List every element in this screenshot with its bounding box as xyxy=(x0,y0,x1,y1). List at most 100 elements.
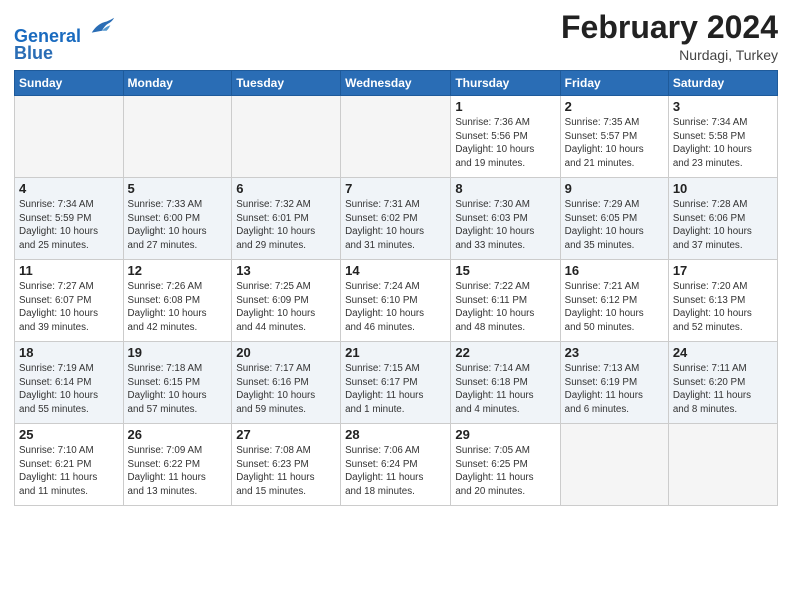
day-info: Sunrise: 7:14 AMSunset: 6:18 PMDaylight:… xyxy=(455,362,555,417)
day-number: 17 xyxy=(673,263,773,278)
day-number: 13 xyxy=(236,263,336,278)
day-number: 9 xyxy=(565,181,664,196)
day-info: Sunrise: 7:28 AMSunset: 6:06 PMDaylight:… xyxy=(673,198,773,253)
day-number: 8 xyxy=(455,181,555,196)
calendar-cell: 26Sunrise: 7:09 AMSunset: 6:22 PMDayligh… xyxy=(123,423,232,505)
calendar-cell: 17 Sunrise: 7:20 AMSunset: 6:13 PMDayligh… xyxy=(668,259,777,341)
calendar-cell xyxy=(668,423,777,505)
header: General Blue February 2024 Nurdagi, Turk… xyxy=(14,10,778,64)
day-info: Sunrise: 7:10 AMSunset: 6:21 PMDaylight:… xyxy=(19,444,119,499)
calendar-table: SundayMondayTuesdayWednesdayThursdayFrid… xyxy=(14,70,778,506)
calendar-header-monday: Monday xyxy=(123,70,232,95)
calendar-cell: 14 Sunrise: 7:24 AMSunset: 6:10 PMDayligh… xyxy=(341,259,451,341)
calendar-cell: 27 Sunrise: 7:08 AMSunset: 6:23 PMDayligh… xyxy=(232,423,341,505)
calendar-cell: 23 Sunrise: 7:13 AMSunset: 6:19 PMDayligh… xyxy=(560,341,668,423)
day-info: Sunrise: 7:35 AMSunset: 5:57 PMDaylight:… xyxy=(565,116,664,171)
day-info: Sunrise: 7:06 AMSunset: 6:24 PMDaylight:… xyxy=(345,444,446,499)
day-info: Sunrise: 7:21 AMSunset: 6:12 PMDaylight:… xyxy=(565,280,664,335)
day-number: 20 xyxy=(236,345,336,360)
calendar-cell: 6 Sunrise: 7:32 AMSunset: 6:01 PMDaylight… xyxy=(232,177,341,259)
calendar-header-sunday: Sunday xyxy=(15,70,124,95)
calendar-cell: 8Sunrise: 7:30 AMSunset: 6:03 PMDaylight… xyxy=(451,177,560,259)
calendar-week-row: 1 Sunrise: 7:36 AMSunset: 5:56 PMDaylight… xyxy=(15,95,778,177)
calendar-header-friday: Friday xyxy=(560,70,668,95)
calendar-cell: 1 Sunrise: 7:36 AMSunset: 5:56 PMDaylight… xyxy=(451,95,560,177)
calendar-cell xyxy=(15,95,124,177)
day-number: 25 xyxy=(19,427,119,442)
calendar-week-row: 11Sunrise: 7:27 AMSunset: 6:07 PMDayligh… xyxy=(15,259,778,341)
day-number: 5 xyxy=(128,181,228,196)
day-info: Sunrise: 7:19 AMSunset: 6:14 PMDaylight:… xyxy=(19,362,119,417)
subtitle: Nurdagi, Turkey xyxy=(561,47,778,63)
day-number: 14 xyxy=(345,263,446,278)
day-info: Sunrise: 7:31 AMSunset: 6:02 PMDaylight:… xyxy=(345,198,446,253)
calendar-cell: 25 Sunrise: 7:10 AMSunset: 6:21 PMDayligh… xyxy=(15,423,124,505)
day-number: 2 xyxy=(565,99,664,114)
logo-bird-icon xyxy=(88,14,116,42)
calendar-cell xyxy=(123,95,232,177)
calendar-cell: 2 Sunrise: 7:35 AMSunset: 5:57 PMDaylight… xyxy=(560,95,668,177)
day-info: Sunrise: 7:26 AMSunset: 6:08 PMDaylight:… xyxy=(128,280,228,335)
day-info: Sunrise: 7:20 AMSunset: 6:13 PMDaylight:… xyxy=(673,280,773,335)
day-info: Sunrise: 7:25 AMSunset: 6:09 PMDaylight:… xyxy=(236,280,336,335)
calendar-week-row: 18 Sunrise: 7:19 AMSunset: 6:14 PMDayligh… xyxy=(15,341,778,423)
calendar-header-tuesday: Tuesday xyxy=(232,70,341,95)
calendar-cell: 7 Sunrise: 7:31 AMSunset: 6:02 PMDaylight… xyxy=(341,177,451,259)
logo: General Blue xyxy=(14,14,116,64)
day-info: Sunrise: 7:09 AMSunset: 6:22 PMDaylight:… xyxy=(128,444,228,499)
day-number: 28 xyxy=(345,427,446,442)
day-info: Sunrise: 7:33 AMSunset: 6:00 PMDaylight:… xyxy=(128,198,228,253)
day-info: Sunrise: 7:34 AMSunset: 5:59 PMDaylight:… xyxy=(19,198,119,253)
calendar-week-row: 25 Sunrise: 7:10 AMSunset: 6:21 PMDayligh… xyxy=(15,423,778,505)
day-info: Sunrise: 7:18 AMSunset: 6:15 PMDaylight:… xyxy=(128,362,228,417)
calendar-cell: 22 Sunrise: 7:14 AMSunset: 6:18 PMDayligh… xyxy=(451,341,560,423)
day-number: 24 xyxy=(673,345,773,360)
calendar-cell: 29 Sunrise: 7:05 AMSunset: 6:25 PMDayligh… xyxy=(451,423,560,505)
day-number: 29 xyxy=(455,427,555,442)
calendar-cell: 24 Sunrise: 7:11 AMSunset: 6:20 PMDayligh… xyxy=(668,341,777,423)
calendar-cell: 15 Sunrise: 7:22 AMSunset: 6:11 PMDayligh… xyxy=(451,259,560,341)
day-info: Sunrise: 7:29 AMSunset: 6:05 PMDaylight:… xyxy=(565,198,664,253)
day-info: Sunrise: 7:11 AMSunset: 6:20 PMDaylight:… xyxy=(673,362,773,417)
day-number: 19 xyxy=(128,345,228,360)
day-info: Sunrise: 7:13 AMSunset: 6:19 PMDaylight:… xyxy=(565,362,664,417)
day-info: Sunrise: 7:32 AMSunset: 6:01 PMDaylight:… xyxy=(236,198,336,253)
day-info: Sunrise: 7:17 AMSunset: 6:16 PMDaylight:… xyxy=(236,362,336,417)
day-number: 16 xyxy=(565,263,664,278)
title-area: February 2024 Nurdagi, Turkey xyxy=(561,10,778,63)
calendar-cell: 19 Sunrise: 7:18 AMSunset: 6:15 PMDayligh… xyxy=(123,341,232,423)
day-number: 1 xyxy=(455,99,555,114)
day-info: Sunrise: 7:22 AMSunset: 6:11 PMDaylight:… xyxy=(455,280,555,335)
day-number: 12 xyxy=(128,263,228,278)
calendar-cell: 12 Sunrise: 7:26 AMSunset: 6:08 PMDayligh… xyxy=(123,259,232,341)
calendar-cell: 13 Sunrise: 7:25 AMSunset: 6:09 PMDayligh… xyxy=(232,259,341,341)
day-number: 22 xyxy=(455,345,555,360)
calendar-cell xyxy=(341,95,451,177)
day-info: Sunrise: 7:36 AMSunset: 5:56 PMDaylight:… xyxy=(455,116,555,171)
day-info: Sunrise: 7:34 AMSunset: 5:58 PMDaylight:… xyxy=(673,116,773,171)
day-info: Sunrise: 7:05 AMSunset: 6:25 PMDaylight:… xyxy=(455,444,555,499)
calendar-cell: 28 Sunrise: 7:06 AMSunset: 6:24 PMDayligh… xyxy=(341,423,451,505)
day-info: Sunrise: 7:24 AMSunset: 6:10 PMDaylight:… xyxy=(345,280,446,335)
day-number: 15 xyxy=(455,263,555,278)
day-number: 3 xyxy=(673,99,773,114)
day-info: Sunrise: 7:08 AMSunset: 6:23 PMDaylight:… xyxy=(236,444,336,499)
calendar-cell: 9 Sunrise: 7:29 AMSunset: 6:05 PMDaylight… xyxy=(560,177,668,259)
calendar-cell: 16 Sunrise: 7:21 AMSunset: 6:12 PMDayligh… xyxy=(560,259,668,341)
day-number: 21 xyxy=(345,345,446,360)
day-info: Sunrise: 7:15 AMSunset: 6:17 PMDaylight:… xyxy=(345,362,446,417)
day-number: 18 xyxy=(19,345,119,360)
calendar-cell: 20 Sunrise: 7:17 AMSunset: 6:16 PMDayligh… xyxy=(232,341,341,423)
calendar-header-thursday: Thursday xyxy=(451,70,560,95)
calendar-cell xyxy=(560,423,668,505)
calendar-cell: 10Sunrise: 7:28 AMSunset: 6:06 PMDayligh… xyxy=(668,177,777,259)
calendar-cell: 11Sunrise: 7:27 AMSunset: 6:07 PMDayligh… xyxy=(15,259,124,341)
day-number: 7 xyxy=(345,181,446,196)
day-number: 6 xyxy=(236,181,336,196)
calendar-header-row: SundayMondayTuesdayWednesdayThursdayFrid… xyxy=(15,70,778,95)
day-number: 27 xyxy=(236,427,336,442)
calendar-cell xyxy=(232,95,341,177)
calendar-cell: 3 Sunrise: 7:34 AMSunset: 5:58 PMDaylight… xyxy=(668,95,777,177)
calendar-cell: 18 Sunrise: 7:19 AMSunset: 6:14 PMDayligh… xyxy=(15,341,124,423)
day-number: 23 xyxy=(565,345,664,360)
